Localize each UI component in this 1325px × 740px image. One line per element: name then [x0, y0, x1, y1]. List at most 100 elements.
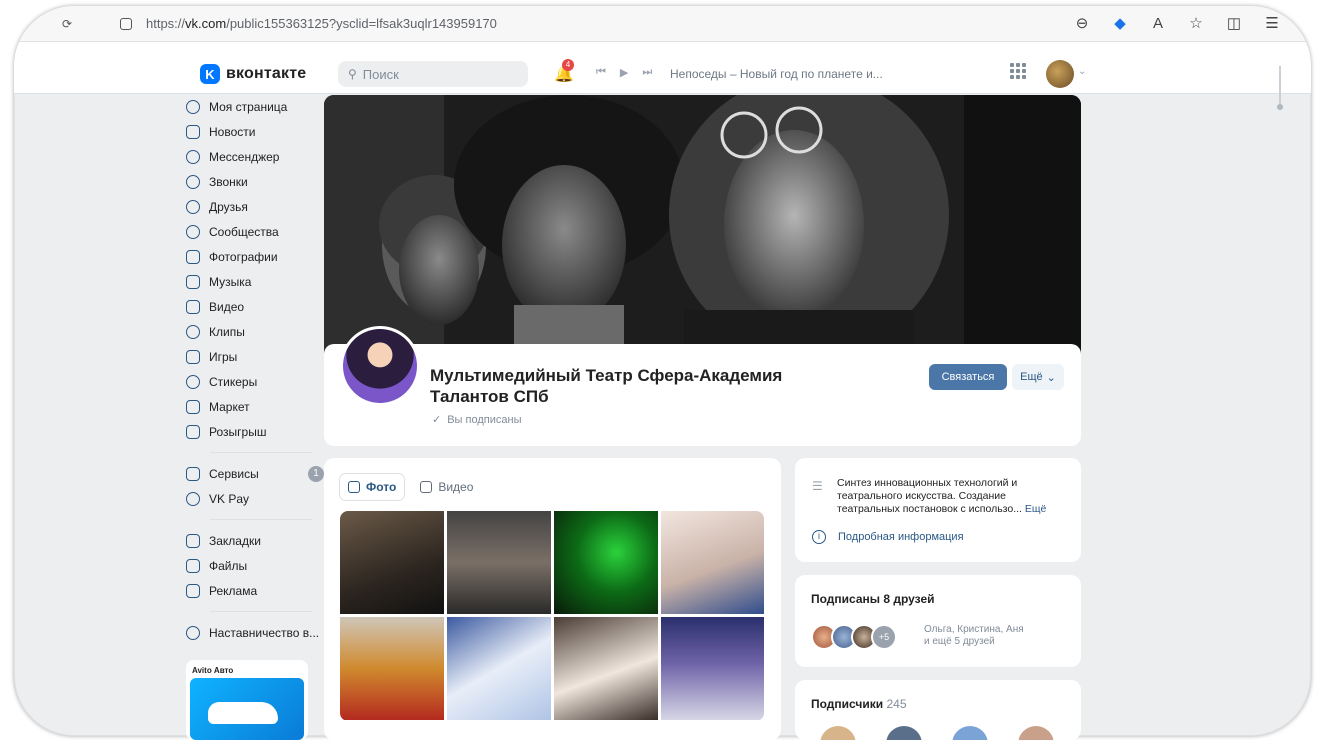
vk-logo[interactable]: K вконтакте: [200, 64, 306, 84]
group-avatar[interactable]: [340, 326, 420, 406]
tag-icon[interactable]: ◆: [1111, 15, 1129, 33]
divider: [210, 611, 312, 612]
audio-player-controls: ⏮ ▶ ⏭: [596, 66, 652, 79]
lock-icon[interactable]: [120, 17, 132, 30]
photo-icon: [186, 249, 200, 264]
now-playing-track[interactable]: Непоседы – Новый год по планете и...: [670, 67, 883, 81]
sidebar-item-bookmarks[interactable]: Закладки: [186, 528, 326, 553]
photo-thumbnail[interactable]: [661, 511, 764, 614]
gamepad-icon: [186, 349, 200, 364]
shopping-bag-icon: [186, 399, 200, 414]
url-field[interactable]: https://vk.com/public155363125?ysclid=lf…: [146, 16, 497, 31]
friends-avatars[interactable]: +5: [811, 624, 897, 650]
subscriber-avatar[interactable]: [820, 726, 856, 740]
sidebar-item-my-page[interactable]: Моя страница: [186, 94, 326, 119]
phone-icon: [186, 174, 200, 189]
play-icon[interactable]: ▶: [620, 66, 628, 79]
message-icon: [186, 149, 200, 164]
reload-icon[interactable]: ⟳: [62, 17, 76, 31]
sidebar-item-giveaway[interactable]: Розыгрыш: [186, 419, 326, 444]
browser-toolbar: ⊖ ◆ A ☆ ◫ ☰: [1073, 15, 1281, 33]
group-title: Мультимедийный Театр Сфера-Академия Тала…: [430, 366, 783, 406]
subscribers-title[interactable]: Подписчики 245: [811, 697, 907, 711]
gift-icon: [186, 424, 200, 439]
sidebar-item-files[interactable]: Файлы: [186, 553, 326, 578]
sidebar-item-video[interactable]: Видео: [186, 294, 326, 319]
photo-thumbnail[interactable]: [340, 511, 444, 614]
sidebar-item-friends[interactable]: Друзья: [186, 194, 326, 219]
sidebar-ad[interactable]: Avito Авто: [186, 660, 308, 740]
zoom-icon[interactable]: ⊖: [1073, 15, 1091, 33]
scrollbar-thumb[interactable]: [1277, 104, 1283, 110]
sidebar-item-clips[interactable]: Клипы: [186, 319, 326, 344]
photo-thumbnail[interactable]: [554, 511, 658, 614]
vk-header: K вконтакте ⚲ Поиск 🔔 4 ⏮ ▶ ⏭ Непоседы –…: [14, 42, 1311, 94]
photo-thumbnail[interactable]: [447, 511, 551, 614]
mentorship-icon: [186, 625, 200, 640]
services-count-badge: 1: [308, 465, 324, 482]
car-image: [208, 702, 278, 724]
subscriber-avatar[interactable]: [1018, 726, 1054, 740]
photo-icon: [348, 481, 360, 493]
friends-title[interactable]: Подписаны 8 друзей: [811, 592, 935, 606]
subscription-status[interactable]: ✓ Вы подписаны: [432, 413, 521, 427]
favorites-list-icon[interactable]: ☰: [1263, 15, 1281, 33]
clips-icon: [186, 324, 200, 339]
search-placeholder: Поиск: [362, 66, 399, 82]
photo-thumbnail[interactable]: [340, 617, 444, 720]
left-sidebar: Моя страница Новости Мессенджер Звонки Д…: [186, 94, 326, 645]
subscriber-avatar[interactable]: [886, 726, 922, 740]
photo-thumbnail[interactable]: [554, 617, 658, 720]
bookmark-icon: [186, 533, 200, 548]
friends-names: Ольга, Кристина, Аня и ещё 5 друзей: [924, 624, 1024, 647]
vkpay-icon: [186, 491, 200, 506]
detailed-info-link[interactable]: i Подробная информация: [812, 530, 964, 544]
subscriber-avatar[interactable]: [952, 726, 988, 740]
group-description: Синтез инновационных технологий и театра…: [837, 477, 1047, 515]
video-icon: [420, 481, 433, 493]
description-more-link[interactable]: Ещё: [1025, 503, 1046, 515]
favorite-star-icon[interactable]: ☆: [1187, 15, 1205, 33]
tab-photo[interactable]: Фото: [340, 474, 405, 500]
sidebar-item-market[interactable]: Маркет: [186, 394, 326, 419]
divider: [210, 452, 312, 453]
search-input[interactable]: ⚲ Поиск: [338, 61, 528, 87]
sidebar-item-services[interactable]: Сервисы 1: [186, 461, 326, 486]
cover-photo[interactable]: [324, 95, 1081, 355]
sidebar-item-calls[interactable]: Звонки: [186, 169, 326, 194]
tab-video[interactable]: Видео: [412, 474, 481, 500]
chevron-down-icon[interactable]: ⌄: [1078, 66, 1086, 77]
next-track-icon[interactable]: ⏭: [642, 66, 652, 79]
sidebar-item-games[interactable]: Игры: [186, 344, 326, 369]
sidebar-item-messenger[interactable]: Мессенджер: [186, 144, 326, 169]
sidebar-item-communities[interactable]: Сообщества: [186, 219, 326, 244]
more-friends-badge[interactable]: +5: [871, 624, 897, 650]
file-icon: [186, 558, 200, 573]
megaphone-icon: [186, 583, 200, 598]
cover-image: [324, 95, 1081, 355]
previous-track-icon[interactable]: ⏮: [596, 66, 606, 79]
sidebar-item-news[interactable]: Новости: [186, 119, 326, 144]
sidebar-item-ads[interactable]: Реклама: [186, 578, 326, 603]
photo-thumbnail[interactable]: [447, 617, 551, 720]
vk-logo-icon: K: [200, 64, 220, 84]
user-avatar[interactable]: [1046, 60, 1074, 88]
contact-button[interactable]: Связаться: [929, 364, 1007, 390]
sidebar-item-photos[interactable]: Фотографии: [186, 244, 326, 269]
browser-address-bar: ⟳ https://vk.com/public155363125?ysclid=…: [14, 6, 1311, 42]
split-screen-icon[interactable]: ◫: [1225, 15, 1243, 33]
info-icon: i: [812, 530, 826, 544]
scrollbar[interactable]: [1279, 66, 1281, 106]
media-tabs: Фото Видео: [340, 474, 481, 500]
photo-thumbnail[interactable]: [661, 617, 764, 720]
sidebar-item-vkpay[interactable]: VK Pay: [186, 486, 326, 511]
sidebar-item-music[interactable]: Музыка: [186, 269, 326, 294]
divider: [210, 519, 312, 520]
read-aloud-icon[interactable]: A: [1149, 15, 1167, 33]
user-icon: [186, 99, 200, 114]
search-icon: ⚲: [348, 67, 357, 81]
more-button[interactable]: Ещё ⌄: [1012, 364, 1064, 390]
sidebar-item-stickers[interactable]: Стикеры: [186, 369, 326, 394]
sidebar-item-mentorship[interactable]: Наставничество в...: [186, 620, 326, 645]
apps-grid-icon[interactable]: [1010, 63, 1026, 79]
